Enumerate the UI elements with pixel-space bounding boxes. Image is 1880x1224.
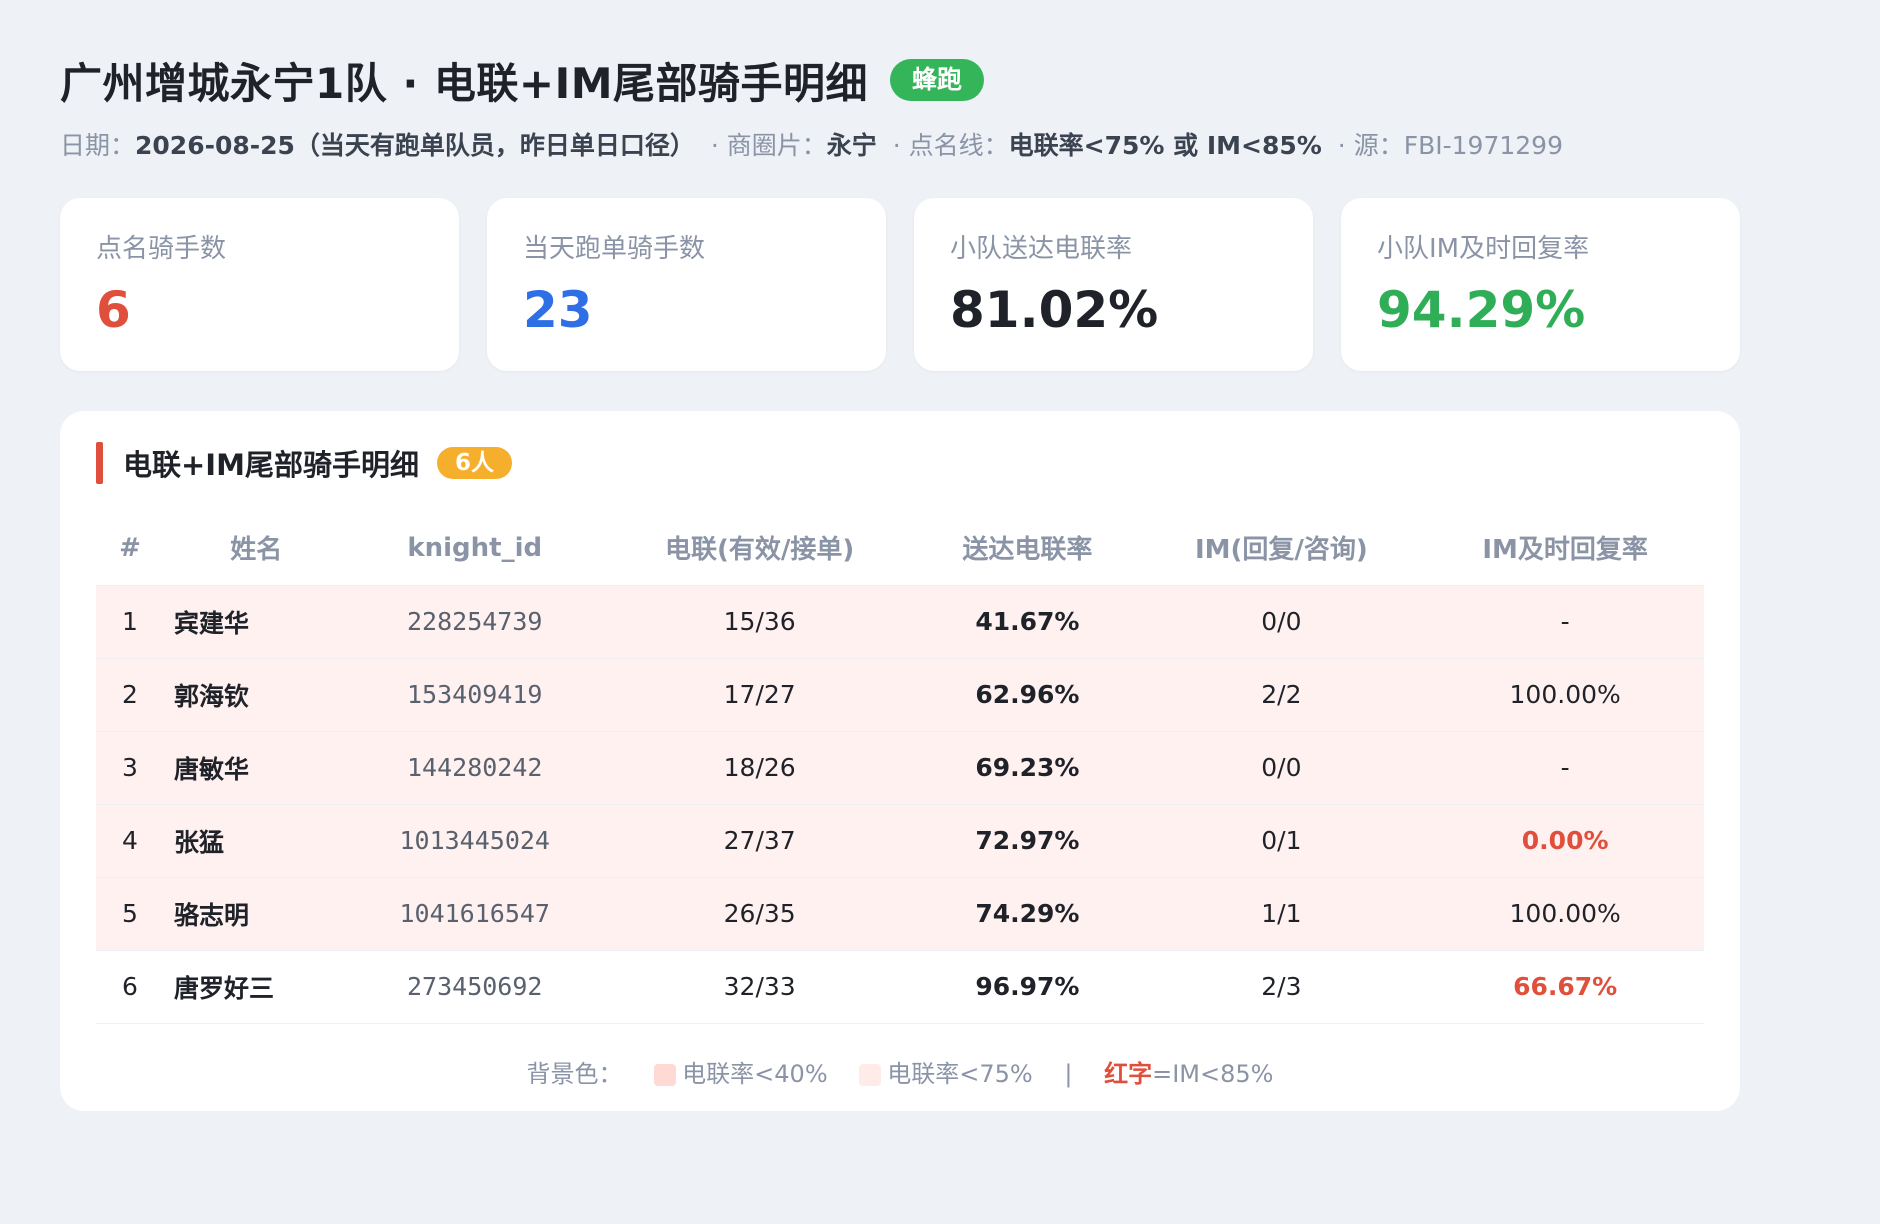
page: 广州增城永宁1队 · 电联+IM尾部骑手明细 蜂跑 日期：2026-08-25（…	[0, 0, 1880, 1111]
legend-swatch-light	[859, 1063, 882, 1086]
cell-call: 15/36	[600, 585, 919, 659]
column-header-knight-id: knight_id	[348, 511, 601, 586]
cell-call-rate: 69.23%	[918, 731, 1137, 805]
cell-knight-id: 273450692	[348, 950, 601, 1024]
table-row: 4 张猛 1013445024 27/37 72.97% 0/1 0.00%	[96, 804, 1704, 878]
stat-card-value: 81.02%	[950, 281, 1159, 339]
column-header-call-rate: 送达电联率	[918, 511, 1137, 586]
table-row: 6 唐罗好三 273450692 32/33 96.97% 2/3 66.67%	[96, 950, 1704, 1024]
detail-panel: 电联+IM尾部骑手明细 6人 # 姓名 knight_id 电联(有效/接单) …	[60, 411, 1740, 1111]
date-label: 日期：	[60, 131, 136, 160]
cell-im-rate: 0.00%	[1426, 804, 1704, 878]
cell-call-rate: 41.67%	[918, 585, 1137, 659]
cell-call: 18/26	[600, 731, 919, 805]
panel-title: 电联+IM尾部骑手明细	[123, 448, 419, 482]
accent-bar	[96, 442, 103, 484]
cell-knight-id: 1013445024	[348, 804, 601, 878]
cell-index: 6	[96, 950, 164, 1024]
date-value: 2026-08-25（当天有跑单队员，昨日单日口径）	[135, 131, 695, 160]
cell-index: 2	[96, 658, 164, 732]
stat-card-value: 23	[523, 281, 593, 339]
stat-card-active-riders: 当天跑单骑手数 23	[487, 198, 886, 371]
threshold-value: 电联率<75% 或 IM<85%	[1008, 131, 1322, 160]
cell-im: 2/2	[1136, 658, 1427, 732]
column-header-index: #	[96, 511, 164, 586]
cell-im-rate: 66.67%	[1426, 950, 1704, 1024]
stat-cards: 点名骑手数 6 当天跑单骑手数 23 小队送达电联率 81.02% 小队IM及时…	[60, 198, 1740, 371]
legend-red-rule: =IM<85%	[1152, 1059, 1274, 1088]
table-row: 1 宾建华 228254739 15/36 41.67% 0/0 -	[96, 585, 1704, 659]
meta-line: 日期：2026-08-25（当天有跑单队员，昨日单日口径） · 商圈片：永宁 ·…	[60, 126, 1820, 162]
cell-name: 宾建华	[164, 585, 349, 659]
column-header-name: 姓名	[164, 511, 349, 586]
cell-index: 5	[96, 877, 164, 951]
area-value: 永宁	[826, 131, 877, 160]
cell-im: 0/0	[1136, 585, 1427, 659]
legend-swatch-strong	[654, 1063, 677, 1086]
stat-card-label: 当天跑单骑手数	[523, 234, 706, 264]
stat-card-label: 小队送达电联率	[950, 234, 1133, 264]
cell-call-rate: 96.97%	[918, 950, 1137, 1024]
cell-im-rate: 100.00%	[1426, 658, 1704, 732]
panel-header: 电联+IM尾部骑手明细 6人	[96, 441, 1704, 485]
source-label: · 源：	[1337, 131, 1404, 160]
stat-card-label: 点名骑手数	[96, 234, 227, 264]
cell-im-rate: -	[1426, 585, 1704, 659]
column-header-im: IM(回复/咨询)	[1136, 511, 1427, 586]
legend-item-light: 电联率<75%	[887, 1059, 1033, 1088]
count-badge: 6人	[436, 447, 512, 479]
cell-im-rate: -	[1426, 731, 1704, 805]
threshold-label: · 点名线：	[892, 131, 1009, 160]
cell-index: 3	[96, 731, 164, 805]
stat-card-value: 6	[96, 281, 131, 339]
cell-knight-id: 144280242	[348, 731, 601, 805]
table-row: 2 郭海钦 153409419 17/27 62.96% 2/2 100.00%	[96, 658, 1704, 732]
table-body: 1 宾建华 228254739 15/36 41.67% 0/0 - 2 郭海钦…	[96, 585, 1704, 1024]
cell-index: 4	[96, 804, 164, 878]
cell-im: 1/1	[1136, 877, 1427, 951]
cell-call: 17/27	[600, 658, 919, 732]
cell-im: 0/1	[1136, 804, 1427, 878]
area-label: · 商圈片：	[710, 131, 827, 160]
legend-divider: |	[1064, 1059, 1073, 1088]
cell-name: 郭海钦	[164, 658, 349, 732]
stat-card-im-rate: 小队IM及时回复率 94.29%	[1341, 198, 1740, 371]
source-value: FBI-1971299	[1403, 131, 1563, 160]
stat-card-value: 94.29%	[1377, 281, 1586, 339]
cell-index: 1	[96, 585, 164, 659]
cell-im: 2/3	[1136, 950, 1427, 1024]
rider-table: # 姓名 knight_id 电联(有效/接单) 送达电联率 IM(回复/咨询)…	[96, 511, 1704, 1024]
table-row: 5 骆志明 1041616547 26/35 74.29% 1/1 100.00…	[96, 877, 1704, 951]
table-header-row: # 姓名 knight_id 电联(有效/接单) 送达电联率 IM(回复/咨询)…	[96, 511, 1704, 586]
table-row: 3 唐敏华 144280242 18/26 69.23% 0/0 -	[96, 731, 1704, 805]
cell-call: 27/37	[600, 804, 919, 878]
cell-name: 骆志明	[164, 877, 349, 951]
page-title: 广州增城永宁1队 · 电联+IM尾部骑手明细	[60, 58, 869, 108]
cell-call-rate: 74.29%	[918, 877, 1137, 951]
cell-im-rate: 100.00%	[1426, 877, 1704, 951]
team-type-tag: 蜂跑	[890, 59, 985, 101]
legend-item-strong: 电联率<40%	[682, 1059, 828, 1088]
cell-name: 唐敏华	[164, 731, 349, 805]
cell-name: 张猛	[164, 804, 349, 878]
legend: 背景色： 电联率<40% 电联率<75% | 红字=IM<85%	[96, 1054, 1704, 1089]
stat-card-flagged-riders: 点名骑手数 6	[60, 198, 459, 371]
cell-knight-id: 153409419	[348, 658, 601, 732]
cell-call-rate: 72.97%	[918, 804, 1137, 878]
legend-red-word: 红字	[1104, 1059, 1153, 1088]
cell-im: 0/0	[1136, 731, 1427, 805]
column-header-call: 电联(有效/接单)	[600, 511, 919, 586]
cell-call-rate: 62.96%	[918, 658, 1137, 732]
cell-name: 唐罗好三	[164, 950, 349, 1024]
title-row: 广州增城永宁1队 · 电联+IM尾部骑手明细 蜂跑	[60, 52, 1820, 108]
legend-prefix: 背景色：	[526, 1059, 623, 1088]
stat-card-call-rate: 小队送达电联率 81.02%	[914, 198, 1313, 371]
cell-call: 26/35	[600, 877, 919, 951]
column-header-im-rate: IM及时回复率	[1426, 511, 1704, 586]
cell-knight-id: 1041616547	[348, 877, 601, 951]
cell-knight-id: 228254739	[348, 585, 601, 659]
stat-card-label: 小队IM及时回复率	[1377, 234, 1590, 264]
cell-call: 32/33	[600, 950, 919, 1024]
